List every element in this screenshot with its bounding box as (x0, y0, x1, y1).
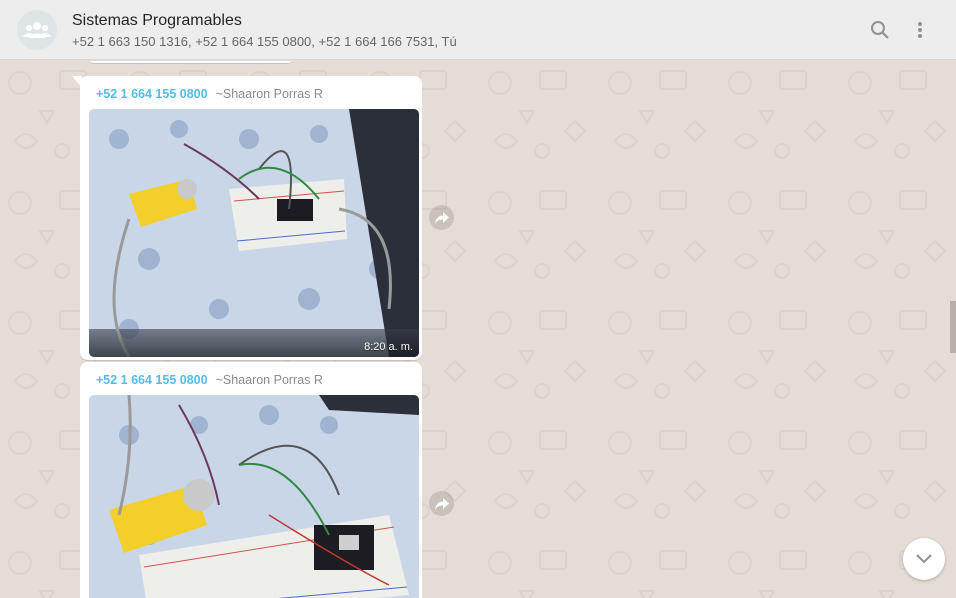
sender-name: ~Shaaron Porras R (215, 373, 323, 387)
message-time: 8:20 a. m. (364, 341, 413, 353)
group-avatar[interactable] (17, 10, 57, 50)
forward-button[interactable] (429, 205, 454, 230)
group-members[interactable]: +52 1 663 150 1316, +52 1 664 155 0800, … (72, 34, 457, 49)
forward-icon (434, 211, 449, 224)
sender-name: ~Shaaron Porras R (215, 87, 323, 101)
forward-icon (434, 497, 449, 510)
group-title[interactable]: Sistemas Programables (72, 12, 242, 30)
search-button[interactable] (865, 15, 895, 45)
message-image[interactable] (89, 395, 419, 598)
message-bubble[interactable]: +52 1 664 155 0800 ~Shaaron Porras R (80, 362, 422, 598)
message-bubble[interactable]: +52 1 664 155 0800 ~Shaaron Porras R (72, 76, 422, 360)
scroll-to-bottom-button[interactable] (903, 538, 945, 580)
kebab-menu-icon (918, 22, 922, 38)
forward-button[interactable] (429, 491, 454, 516)
message-sender: +52 1 664 155 0800 ~Shaaron Porras R (83, 79, 419, 109)
chevron-down-icon (916, 554, 932, 564)
message-image[interactable]: 8:20 a. m. (89, 109, 419, 357)
message-sender: +52 1 664 155 0800 ~Shaaron Porras R (83, 365, 419, 395)
chat-header: Sistemas Programables +52 1 663 150 1316… (0, 0, 956, 60)
search-icon (871, 21, 889, 39)
group-icon (23, 22, 51, 38)
sender-phone[interactable]: +52 1 664 155 0800 (96, 373, 208, 387)
previous-message-bubble (88, 61, 294, 63)
scrollbar-thumb[interactable] (950, 301, 956, 353)
menu-button[interactable] (905, 15, 935, 45)
chat-pane[interactable]: +52 1 664 155 0800 ~Shaaron Porras R 8:2… (0, 61, 956, 598)
sender-phone[interactable]: +52 1 664 155 0800 (96, 87, 208, 101)
